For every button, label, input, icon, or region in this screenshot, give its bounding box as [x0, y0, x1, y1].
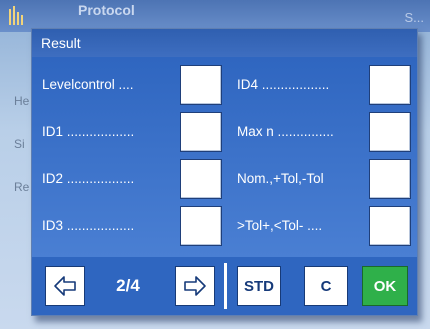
id3-checkbox[interactable] [180, 206, 222, 246]
background-row: Re [14, 180, 30, 194]
param-id4: ID4 .................. [237, 65, 413, 105]
nom-tol-checkbox[interactable] [369, 159, 411, 199]
param-max-n: Max n ............... [237, 112, 413, 152]
param-label: ID2 .................. [42, 171, 135, 186]
id4-checkbox[interactable] [369, 65, 411, 105]
levelcontrol-checkbox[interactable] [180, 65, 222, 105]
result-dialog: Result Levelcontrol .... ID1 ...........… [31, 28, 418, 316]
param-tol-limits: >Tol+,<Tol- .... [237, 206, 413, 246]
param-id3: ID3 .................. [42, 206, 222, 246]
ok-button[interactable]: OK [362, 266, 408, 306]
param-id2: ID2 .................. [42, 159, 222, 199]
clear-button[interactable]: C [304, 266, 348, 306]
param-label: ID3 .................. [42, 218, 135, 233]
dialog-body: Levelcontrol .... ID1 ..................… [32, 57, 417, 257]
id2-checkbox[interactable] [180, 159, 222, 199]
balance-app-icon [9, 6, 23, 25]
dialog-footer: 2/4 STD C OK [32, 257, 417, 315]
page-indicator: 2/4 [116, 276, 140, 295]
param-id1: ID1 .................. [42, 112, 222, 152]
next-page-button[interactable] [175, 266, 215, 306]
background-row: Si [14, 137, 25, 151]
param-nom-tol: Nom.,+Tol,-Tol [237, 159, 413, 199]
param-label: ID4 .................. [237, 77, 330, 92]
std-button[interactable]: STD [237, 266, 281, 306]
param-label: Nom.,+Tol,-Tol [237, 171, 324, 186]
max-n-checkbox[interactable] [369, 112, 411, 152]
dialog-title: Result [32, 29, 417, 57]
param-label: Levelcontrol .... [42, 77, 134, 92]
arrow-right-icon [184, 276, 206, 296]
background-row: He [14, 94, 30, 108]
footer-divider [224, 263, 227, 309]
param-label: >Tol+,<Tol- .... [237, 218, 323, 233]
param-levelcontrol: Levelcontrol .... [42, 65, 222, 105]
param-label: Max n ............... [237, 124, 334, 139]
background-title: Protocol [78, 2, 135, 18]
arrow-left-icon [54, 276, 76, 296]
screen: Protocol S... He Si Re Result Levelcontr… [0, 0, 430, 329]
id1-checkbox[interactable] [180, 112, 222, 152]
previous-page-button[interactable] [45, 266, 85, 306]
param-label: ID1 .................. [42, 124, 135, 139]
background-title-right: S... [404, 10, 424, 25]
tol-limits-checkbox[interactable] [369, 206, 411, 246]
